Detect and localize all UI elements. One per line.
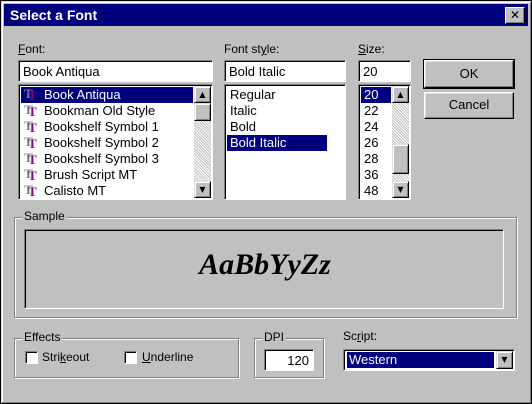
list-item-label: Book Antiqua	[44, 87, 121, 102]
list-item-label: Calisto MT	[44, 183, 107, 198]
strikeout-label[interactable]: Strikeout	[42, 350, 89, 364]
list-item-label: 26	[364, 135, 379, 150]
list-item[interactable]: T T Calisto MT	[21, 183, 193, 199]
font-style-label: Font style:	[224, 42, 280, 56]
list-item[interactable]: T T Bookshelf Symbol 3	[21, 151, 193, 167]
list-item-label: Brush Script MT	[44, 167, 138, 182]
script-select[interactable]: Western ▼	[343, 349, 515, 371]
script-dropdown-button[interactable]: ▼	[496, 351, 513, 369]
scroll-thumb[interactable]	[392, 144, 409, 174]
close-button[interactable]: ✕	[505, 7, 525, 24]
list-item[interactable]: T T Bookshelf Symbol 1	[21, 119, 193, 135]
title-bar[interactable]: Select a Font ✕	[4, 4, 528, 26]
list-item[interactable]: 24	[361, 119, 391, 135]
arrow-up-icon: ▲	[199, 90, 206, 99]
arrow-up-icon: ▲	[397, 90, 404, 99]
list-item[interactable]: T T Bookshelf Symbol 2	[21, 135, 193, 151]
list-item-label: Bookshelf Symbol 2	[44, 135, 159, 150]
list-item-label: Bookshelf Symbol 3	[44, 151, 159, 166]
scroll-down-button[interactable]: ▼	[392, 181, 409, 198]
truetype-font-icon: TT	[24, 166, 37, 183]
truetype-font-icon: TT	[24, 86, 37, 103]
list-item[interactable]: 26	[361, 135, 391, 151]
cancel-button[interactable]: Cancel	[424, 92, 514, 119]
list-item-label: Bookman Old Style	[44, 103, 156, 118]
font-style-list[interactable]: Regular Italic Bold Bold Italic	[224, 84, 346, 200]
font-list-scrollbar[interactable]: ▲ ▼	[194, 86, 211, 198]
sample-text: AaBbYyZz	[199, 248, 331, 281]
list-item[interactable]: 36	[361, 167, 391, 183]
arrow-down-icon: ▼	[199, 185, 206, 194]
list-item[interactable]: T T Book Antiqua	[21, 87, 193, 103]
list-item-label: Italic	[230, 103, 257, 118]
chevron-down-icon: ▼	[501, 355, 508, 364]
underline-checkbox[interactable]	[124, 351, 137, 364]
truetype-font-icon: TT	[24, 182, 37, 199]
scroll-thumb[interactable]	[194, 103, 211, 121]
font-list[interactable]: T T Book Antiqua T T Bookman Old Style T T Books…	[18, 84, 213, 200]
truetype-font-icon: TT	[24, 102, 37, 119]
script-selected-value: Western	[347, 352, 494, 368]
list-item-label: 22	[364, 103, 379, 118]
list-item-label: Regular	[230, 87, 276, 102]
close-icon: ✕	[509, 8, 521, 22]
list-item[interactable]: Bold	[227, 119, 327, 135]
dpi-title: DPI	[262, 330, 287, 344]
select-font-dialog: Select a Font ✕ Font: Book Antiqua T T Boo…	[0, 0, 532, 404]
effects-title: Effects	[22, 330, 63, 344]
font-label: Font:	[18, 42, 46, 56]
list-item-label: 48	[364, 183, 379, 198]
font-style-input[interactable]: Bold Italic	[224, 60, 346, 82]
script-label: Script:	[343, 329, 378, 343]
list-item-label: 20	[364, 87, 379, 102]
window-title: Select a Font	[10, 7, 98, 23]
font-name-input[interactable]: Book Antiqua	[18, 60, 213, 82]
list-item-label: Bookshelf Symbol 1	[44, 119, 159, 134]
list-item-label: Bold Italic	[230, 135, 287, 150]
list-item-label: 28	[364, 151, 379, 166]
list-item[interactable]: 22	[361, 103, 391, 119]
scroll-up-button[interactable]: ▲	[194, 86, 211, 103]
list-item[interactable]: Bold Italic	[227, 135, 327, 151]
sample-title: Sample	[22, 209, 67, 223]
truetype-font-icon: TT	[24, 118, 37, 135]
list-item[interactable]: 28	[361, 151, 391, 167]
arrow-down-icon: ▼	[397, 185, 404, 194]
truetype-font-icon: TT	[24, 150, 37, 167]
size-label: Size:	[358, 42, 385, 56]
ok-button[interactable]: OK	[423, 59, 515, 89]
underline-label[interactable]: Underline	[142, 350, 193, 364]
list-item[interactable]: 20	[361, 87, 391, 103]
list-item[interactable]: Regular	[227, 87, 327, 103]
list-item-label: 24	[364, 119, 379, 134]
truetype-font-icon: TT	[24, 134, 37, 151]
list-item-label: Bold	[230, 119, 257, 134]
size-list-scrollbar[interactable]: ▲ ▼	[392, 86, 409, 198]
list-item[interactable]: 48	[361, 183, 391, 199]
size-list[interactable]: 20 22 24 26 28 36 48 ▲ ▼	[358, 84, 411, 200]
strikeout-checkbox[interactable]	[25, 351, 38, 364]
list-item-label: 36	[364, 167, 379, 182]
scroll-down-button[interactable]: ▼	[194, 181, 211, 198]
list-item[interactable]: Italic	[227, 103, 327, 119]
scroll-up-button[interactable]: ▲	[392, 86, 409, 103]
list-item[interactable]: T T Brush Script MT	[21, 167, 193, 183]
size-input[interactable]: 20	[358, 60, 411, 82]
list-item[interactable]: T T Bookman Old Style	[21, 103, 193, 119]
sample-preview: AaBbYyZz	[24, 229, 504, 309]
dpi-input[interactable]: 120	[264, 349, 314, 371]
